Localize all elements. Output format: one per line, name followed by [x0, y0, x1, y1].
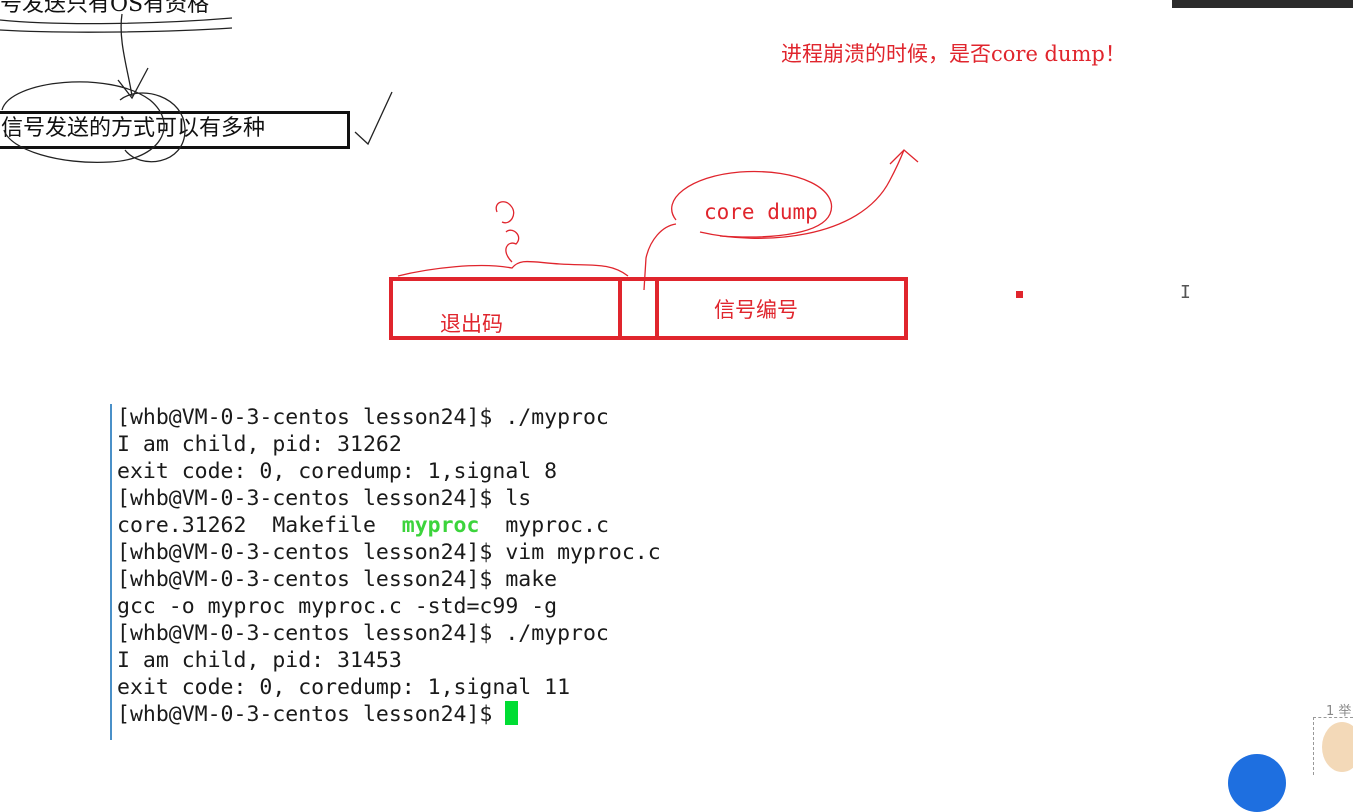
file-listing: core.31262 Makefile: [117, 513, 402, 538]
executable-file: myproc: [401, 513, 480, 538]
terminal-line: gcc -o myproc myproc.c -std=c99 -g: [117, 594, 558, 619]
terminal-prompt-line[interactable]: [whb@VM-0-3-centos lesson24]$: [117, 701, 750, 728]
check-stroke: [354, 91, 393, 146]
exit-code-label: 退出码: [440, 312, 503, 336]
shell-prompt: [whb@VM-0-3-centos lesson24]$: [117, 702, 506, 727]
signal-number-label: 信号编号: [714, 298, 798, 322]
terminal-line: I am child, pid: 31262: [117, 432, 402, 457]
terminal-output[interactable]: [whb@VM-0-3-centos lesson24]$ ./myproc I…: [110, 404, 750, 740]
arrow-stroke: [699, 149, 905, 239]
segment-divider: [655, 281, 659, 336]
arrow-head-stroke: [117, 67, 149, 100]
terminal-line: [whb@VM-0-3-centos lesson24]$ make: [117, 567, 558, 592]
core-dump-question-note: 进程崩溃的时候，是否core dump！: [781, 42, 1126, 66]
raise-hand-button[interactable]: [1228, 754, 1286, 812]
terminal-line: [whb@VM-0-3-centos lesson24]$ vim myproc…: [117, 540, 661, 565]
arrow-stroke: [120, 13, 133, 97]
terminal-line: core.31262 Makefile myproc myproc.c: [117, 512, 750, 539]
underline-stroke: [0, 17, 233, 25]
text-cursor-icon: I: [1180, 282, 1191, 303]
pen-dot: [1016, 291, 1023, 298]
handwritten-title-note: 号发送只有OS有资格: [0, 0, 210, 17]
signal-methods-box: 信号发送的方式可以有多种: [0, 111, 350, 149]
terminal-line: exit code: 0, coredump: 1,signal 8: [117, 459, 558, 484]
core-dump-label: core dump: [704, 200, 818, 224]
arrow-head-stroke: [889, 149, 919, 165]
terminal-line: exit code: 0, coredump: 1,signal 11: [117, 675, 571, 700]
file-listing: myproc.c: [479, 513, 609, 538]
signal-methods-text: 信号发送的方式可以有多种: [1, 116, 266, 141]
question-stroke: [505, 229, 520, 263]
underline-stroke: [0, 27, 233, 33]
terminal-line: [whb@VM-0-3-centos lesson24]$ ./myproc: [117, 621, 609, 646]
webcam-thumbnail: [1172, 0, 1353, 8]
red-pen-strokes: [397, 149, 919, 291]
question-stroke: [495, 201, 515, 224]
terminal-line: I am child, pid: 31453: [117, 648, 402, 673]
terminal-line: [whb@VM-0-3-centos lesson24]$ ./myproc: [117, 405, 609, 430]
brace-stroke: [397, 260, 629, 277]
terminal-line: [whb@VM-0-3-centos lesson24]$ ls: [117, 486, 532, 511]
segment-divider: [618, 281, 622, 336]
terminal-cursor: [505, 701, 519, 725]
